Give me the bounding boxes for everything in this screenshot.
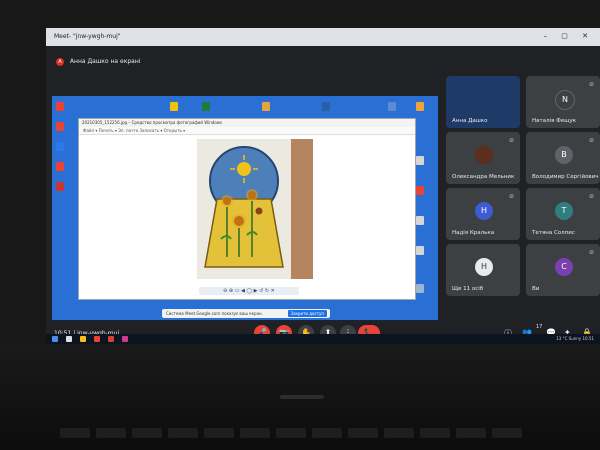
participant-avatar: T <box>555 202 573 220</box>
app-icon[interactable] <box>122 336 128 342</box>
keyboard-key <box>348 428 378 438</box>
participant-avatar: B <box>555 146 573 164</box>
windows-taskbar: 13 °C Sunny 10:51 <box>46 334 600 344</box>
mic-off-icon: ⊘ <box>588 81 594 88</box>
app-icon[interactable] <box>108 336 114 342</box>
participant-avatar: C <box>555 258 573 276</box>
desktop-app-icon <box>416 156 424 165</box>
mic-off-icon: ⊘ <box>588 137 594 144</box>
desktop-app-icon <box>56 182 64 191</box>
desktop-app-icon <box>202 102 210 111</box>
viewer-title: 20210305_152256.jpg – Средство просмотра… <box>79 119 415 127</box>
start-icon[interactable] <box>52 336 58 342</box>
participant-name: Анна Дашко <box>452 118 488 124</box>
system-tray: 13 °C Sunny 10:51 <box>556 336 594 341</box>
viewer-menu: Файл ▾ Печать ▾ Эл. почта Записать ▾ Отк… <box>79 127 415 135</box>
keyboard-key <box>60 428 90 438</box>
keyboard-key <box>420 428 450 438</box>
keyhole-sunflower-drawing <box>197 139 291 279</box>
keyboard-key <box>276 428 306 438</box>
participant-avatar: H <box>475 258 493 276</box>
meet-main-area: A Анна Дашко на екрані 20210305_152256.j… <box>46 46 600 326</box>
presenter-avatar: A <box>56 58 64 66</box>
participant-tile[interactable]: ⊘ Олександра Мельник <box>446 132 520 184</box>
participant-avatar: N <box>555 90 575 110</box>
participant-name: Ви <box>532 286 540 292</box>
desktop-app-icon <box>56 162 64 171</box>
participant-avatar <box>475 146 493 164</box>
participant-tile[interactable]: Анна Дашко <box>446 76 520 128</box>
desktop-app-icon <box>56 122 64 131</box>
presenter-text: Анна Дашко на екрані <box>69 58 141 65</box>
share-notice-text: Система Meet.Google.com показує ваш екра… <box>166 311 263 316</box>
laptop-screen: Meet- "jnw-ywgh-muj" – ▢ ✕ A Анна Дашко … <box>46 28 600 344</box>
desktop-app-icon <box>416 246 424 255</box>
adjacent-photo-strip <box>291 139 313 279</box>
file-explorer-icon[interactable] <box>80 336 86 342</box>
participant-name: Надія Кралька <box>452 230 495 236</box>
desktop-app-icon <box>56 102 64 111</box>
participant-tile[interactable]: ⊘ T Тетяна Солпис <box>526 188 600 240</box>
browser-tab-title[interactable]: Meet- "jnw-ywgh-muj" <box>54 33 121 40</box>
desktop-app-icon <box>388 102 396 111</box>
participant-name: Наталія Фещук <box>532 118 577 124</box>
participant-name: Олександра Мельник <box>452 174 515 180</box>
desktop-app-icon <box>56 142 64 151</box>
laptop-hinge-logo <box>280 395 324 399</box>
browser-title-bar: Meet- "jnw-ywgh-muj" – ▢ ✕ <box>46 28 600 46</box>
presenter-label: A Анна Дашко на екрані <box>56 58 140 66</box>
mic-off-icon: ⊘ <box>588 249 594 256</box>
participant-name: Ще 11 осіб <box>452 286 484 292</box>
screen-share-notice: Система Meet.Google.com показує ваш екра… <box>162 309 330 318</box>
tray-time: 10:51 <box>582 336 594 341</box>
keyboard-key <box>204 428 234 438</box>
window-controls[interactable]: – ▢ ✕ <box>544 32 594 40</box>
desktop-app-icon <box>170 102 178 111</box>
participant-avatar: H <box>475 202 493 220</box>
chrome-icon[interactable] <box>94 336 100 342</box>
viewer-canvas <box>79 135 415 285</box>
participant-tile[interactable]: ⊘ H Надія Кралька <box>446 188 520 240</box>
desktop-app-icon <box>322 102 330 111</box>
desktop-app-icon <box>416 186 424 195</box>
mic-off-icon: ⊘ <box>508 137 514 144</box>
weather-text: 13 °C Sunny <box>556 336 582 341</box>
keyboard-key <box>132 428 162 438</box>
photo-viewer-window: 20210305_152256.jpg – Средство просмотра… <box>78 118 416 300</box>
viewer-toolbar[interactable]: ⊖ ⊕ ▭ ◀ ◯ ▶ ↺ ↻ ✕ <box>199 287 299 295</box>
keyhole-artwork <box>197 139 291 279</box>
shared-screen: 20210305_152256.jpg – Средство просмотра… <box>52 96 438 326</box>
participant-name: Володимир Сергійович <box>532 174 599 180</box>
desktop-app-icon <box>262 102 270 111</box>
keyboard-key <box>312 428 342 438</box>
keyboard-key <box>240 428 270 438</box>
participant-tile[interactable]: ⊘ N Наталія Фещук <box>526 76 600 128</box>
people-count-badge: 17 <box>536 324 543 330</box>
keyboard-key <box>168 428 198 438</box>
participant-tile[interactable]: ⊘ B Володимир Сергійович <box>526 132 600 184</box>
mic-off-icon: ⊘ <box>588 193 594 200</box>
keyboard-key <box>456 428 486 438</box>
desktop-app-icon <box>416 102 424 111</box>
recycle-bin-icon <box>416 284 424 293</box>
keyboard-key <box>384 428 414 438</box>
search-icon[interactable] <box>66 336 72 342</box>
participant-tile[interactable]: H Ще 11 осіб <box>446 244 520 296</box>
participant-tile[interactable]: ⊘ C Ви <box>526 244 600 296</box>
keyboard-key <box>96 428 126 438</box>
participant-name: Тетяна Солпис <box>532 230 575 236</box>
desktop-app-icon <box>416 216 424 225</box>
stop-sharing-button[interactable]: Закрити доступ <box>287 310 327 317</box>
keyboard-key <box>492 428 522 438</box>
mic-off-icon: ⊘ <box>508 193 514 200</box>
